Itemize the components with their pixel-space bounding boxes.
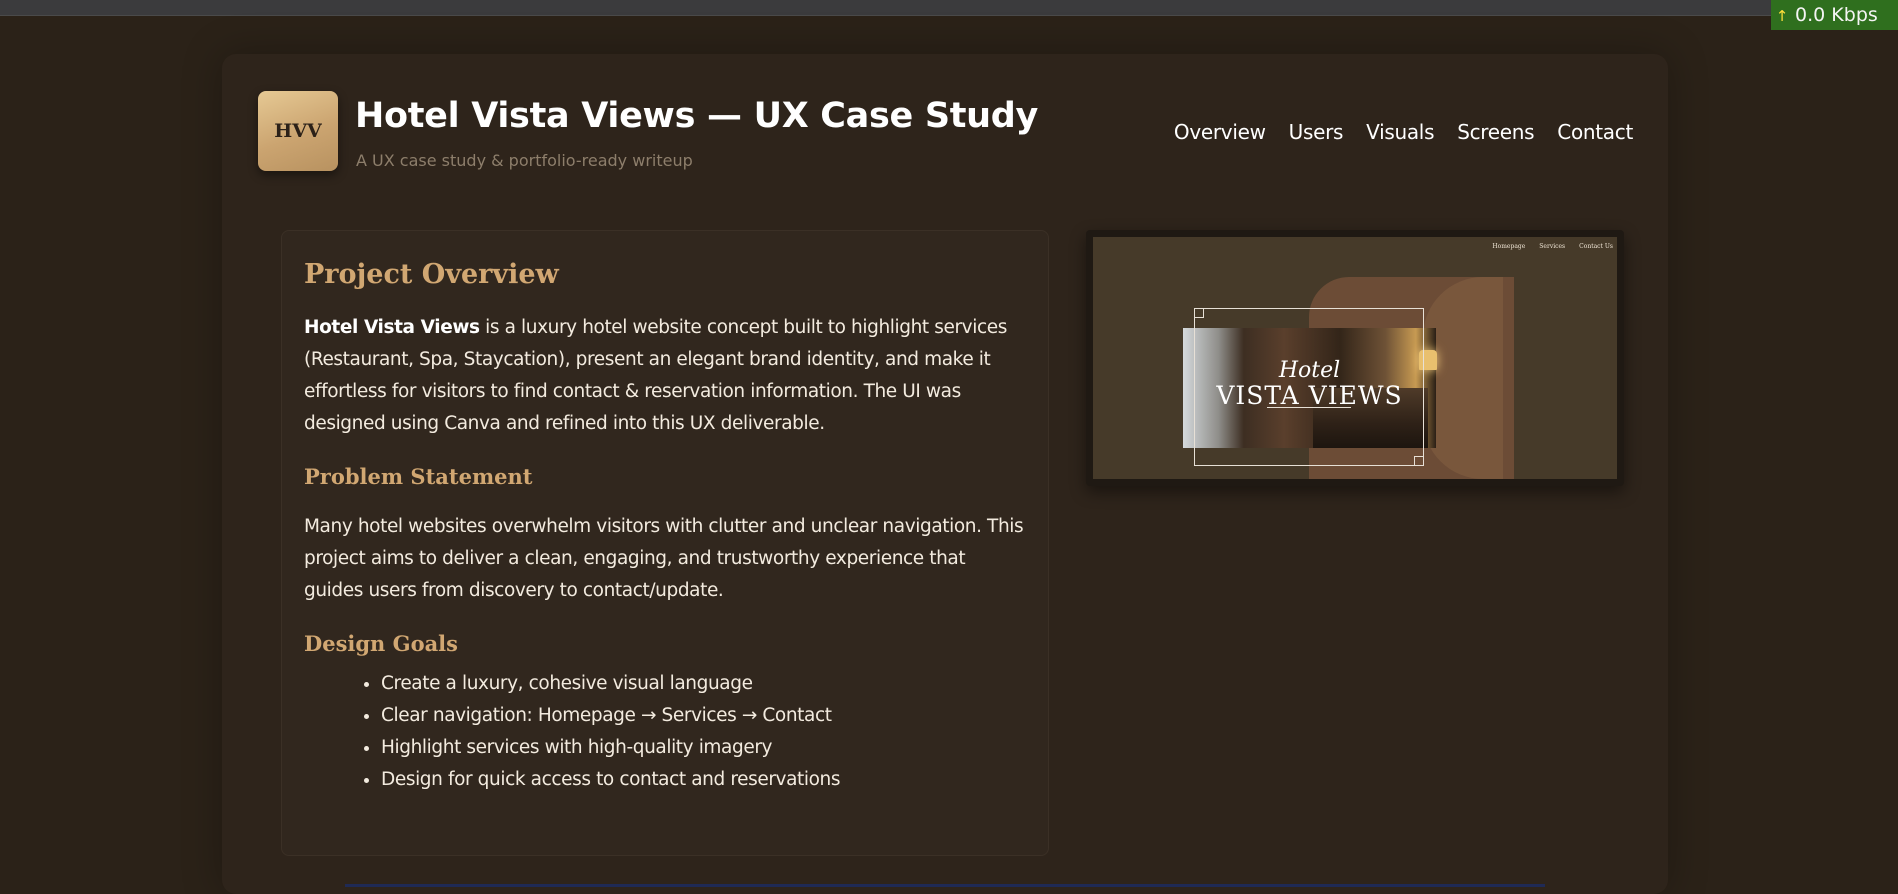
problem-heading: Problem Statement xyxy=(304,464,533,489)
preview-title-text: VISTA VIEWS xyxy=(1216,381,1403,410)
logo-text: HVV xyxy=(274,120,322,142)
list-item: Create a luxury, cohesive visual languag… xyxy=(381,668,1026,700)
nav-link-screens[interactable]: Screens xyxy=(1457,120,1534,144)
overview-intro: Hotel Vista Views is a luxury hotel webs… xyxy=(304,312,1026,440)
browser-top-bar xyxy=(0,0,1898,16)
network-speed-text: 0.0 Kbps xyxy=(1795,4,1878,26)
nav-link-overview[interactable]: Overview xyxy=(1174,120,1266,144)
preview-corner-icon xyxy=(1194,308,1204,318)
list-item: Highlight services with high-quality ima… xyxy=(381,732,1026,764)
nav-link-visuals[interactable]: Visuals xyxy=(1366,120,1434,144)
page-title: Hotel Vista Views — UX Case Study xyxy=(355,96,1039,136)
list-item: Design for quick access to contact and r… xyxy=(381,764,1026,796)
goals-list: Create a luxury, cohesive visual languag… xyxy=(304,668,1026,796)
network-speed-badge: ↑ 0.0 Kbps xyxy=(1771,0,1898,30)
problem-text: Many hotel websites overwhelm visitors w… xyxy=(304,516,1024,601)
intro-brand-name: Hotel Vista Views xyxy=(304,317,480,338)
goals-heading: Design Goals xyxy=(304,631,458,656)
page-tagline: A UX case study & portfolio-ready writeu… xyxy=(356,151,693,170)
preview-nav-item: Services xyxy=(1539,243,1566,250)
nav-link-users[interactable]: Users xyxy=(1289,120,1344,144)
overview-heading: Project Overview xyxy=(304,259,559,290)
project-overview-card: Project Overview Hotel Vista Views is a … xyxy=(281,230,1049,856)
nav-link-contact[interactable]: Contact xyxy=(1557,120,1633,144)
preview-nav: Homepage Services Contact Us xyxy=(1478,243,1613,250)
preview-canvas: Homepage Services Contact Us Hotel VISTA… xyxy=(1093,237,1617,479)
preview-title-underline xyxy=(1267,407,1351,408)
preview-script-text: Hotel xyxy=(1278,358,1341,383)
preview-nav-item: Homepage xyxy=(1492,243,1526,250)
main-nav: Overview Users Visuals Screens Contact xyxy=(1151,120,1633,144)
list-item: Clear navigation: Homepage → Services → … xyxy=(381,700,1026,732)
upload-arrow-icon: ↑ xyxy=(1775,7,1789,25)
homepage-preview-image[interactable]: Homepage Services Contact Us Hotel VISTA… xyxy=(1086,230,1624,486)
site-logo[interactable]: HVV xyxy=(258,91,338,171)
preview-corner-icon xyxy=(1414,456,1424,466)
preview-nav-item: Contact Us xyxy=(1579,243,1613,250)
